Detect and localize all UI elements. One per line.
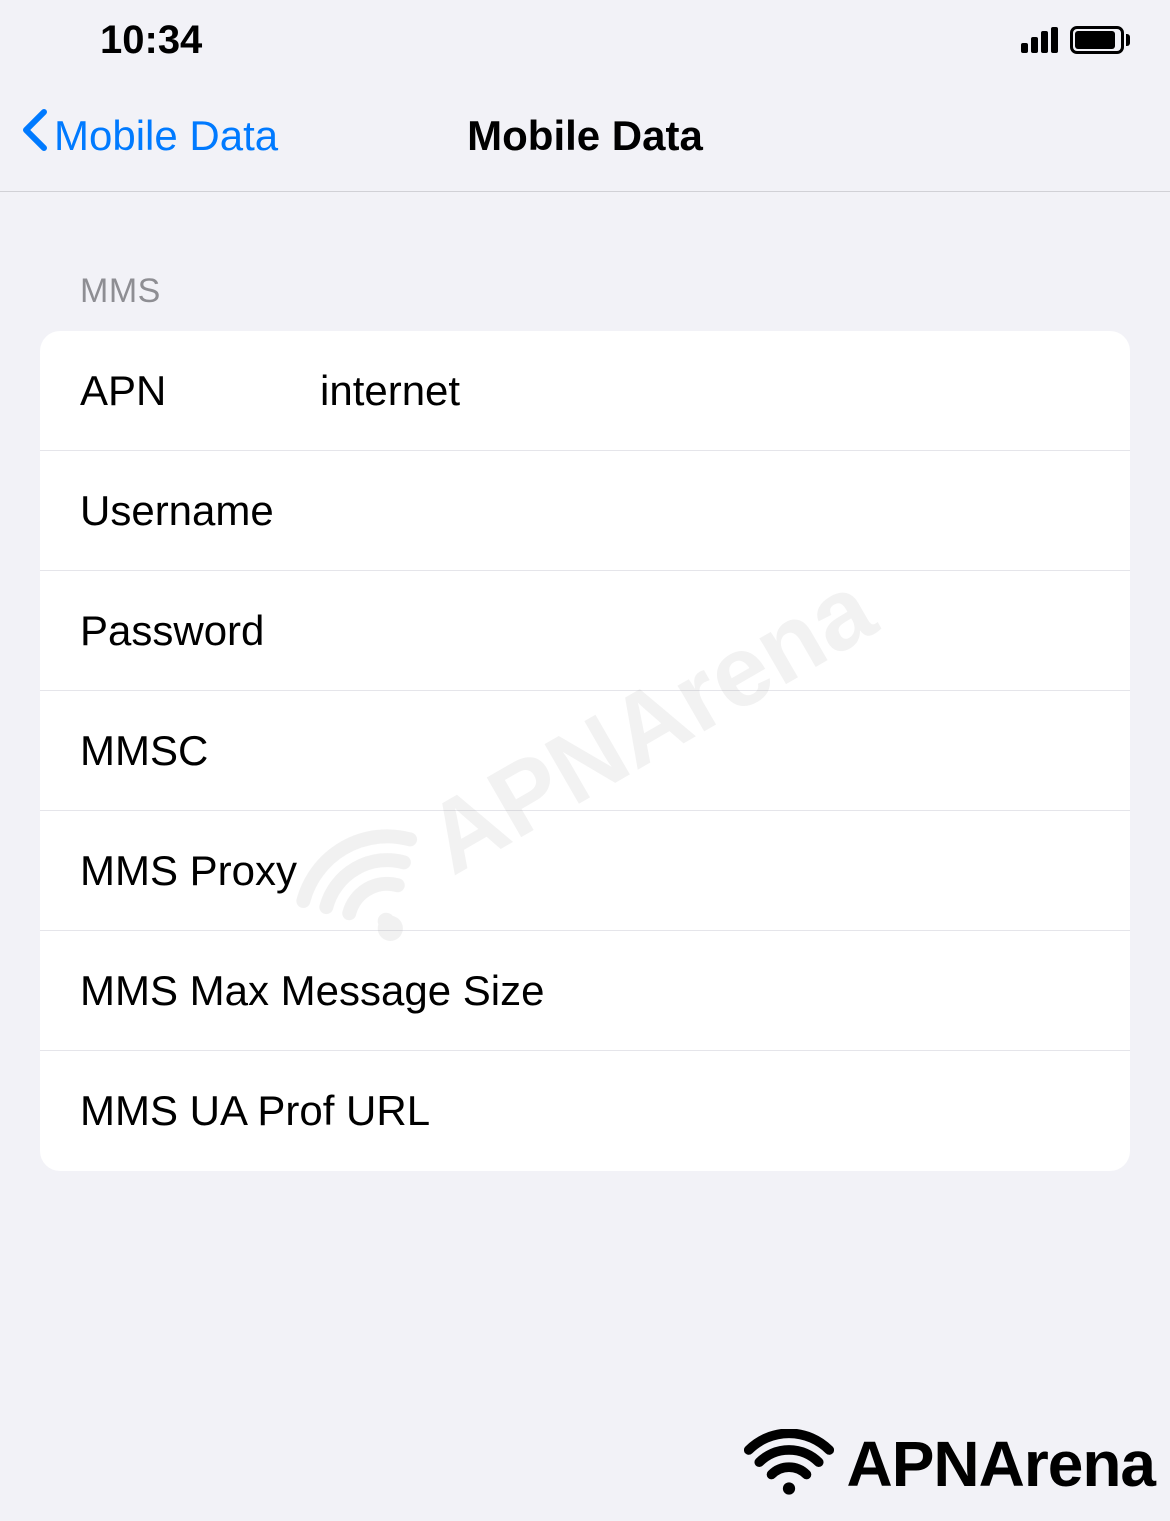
status-bar: 10:34 xyxy=(0,0,1170,80)
content: MMS APN Username Password MMSC MMS Proxy… xyxy=(0,192,1170,1171)
mmsc-row[interactable]: MMSC xyxy=(40,691,1130,811)
wifi-icon xyxy=(744,1429,834,1499)
password-label: Password xyxy=(80,607,320,655)
back-button[interactable]: Mobile Data xyxy=(0,108,278,164)
apn-row[interactable]: APN xyxy=(40,331,1130,451)
footer-logo: APNArena xyxy=(744,1427,1155,1501)
status-icons xyxy=(1021,26,1130,54)
mms-ua-prof-row[interactable]: MMS UA Prof URL xyxy=(40,1051,1130,1171)
mms-max-size-row[interactable]: MMS Max Message Size xyxy=(40,931,1130,1051)
username-label: Username xyxy=(80,487,320,535)
cellular-signal-icon xyxy=(1021,27,1058,53)
password-row[interactable]: Password xyxy=(40,571,1130,691)
apn-field[interactable] xyxy=(320,367,1090,415)
mms-proxy-field[interactable] xyxy=(297,847,1090,895)
mmsc-field[interactable] xyxy=(320,727,1090,775)
mms-proxy-row[interactable]: MMS Proxy xyxy=(40,811,1130,931)
navigation-bar: Mobile Data Mobile Data xyxy=(0,80,1170,192)
apn-label: APN xyxy=(80,367,320,415)
username-row[interactable]: Username xyxy=(40,451,1130,571)
back-label: Mobile Data xyxy=(54,112,278,160)
settings-group: APN Username Password MMSC MMS Proxy MMS… xyxy=(40,331,1130,1171)
battery-icon xyxy=(1070,26,1130,54)
page-title: Mobile Data xyxy=(467,112,703,160)
mms-proxy-label: MMS Proxy xyxy=(80,847,297,895)
mms-max-size-field[interactable] xyxy=(544,967,1090,1015)
mmsc-label: MMSC xyxy=(80,727,320,775)
mms-ua-prof-field[interactable] xyxy=(430,1087,1090,1135)
mms-ua-prof-label: MMS UA Prof URL xyxy=(80,1087,430,1135)
mms-max-size-label: MMS Max Message Size xyxy=(80,967,544,1015)
username-field[interactable] xyxy=(320,487,1090,535)
password-field[interactable] xyxy=(320,607,1090,655)
chevron-left-icon xyxy=(20,108,48,164)
section-header: MMS xyxy=(40,272,1130,331)
status-time: 10:34 xyxy=(100,18,202,63)
